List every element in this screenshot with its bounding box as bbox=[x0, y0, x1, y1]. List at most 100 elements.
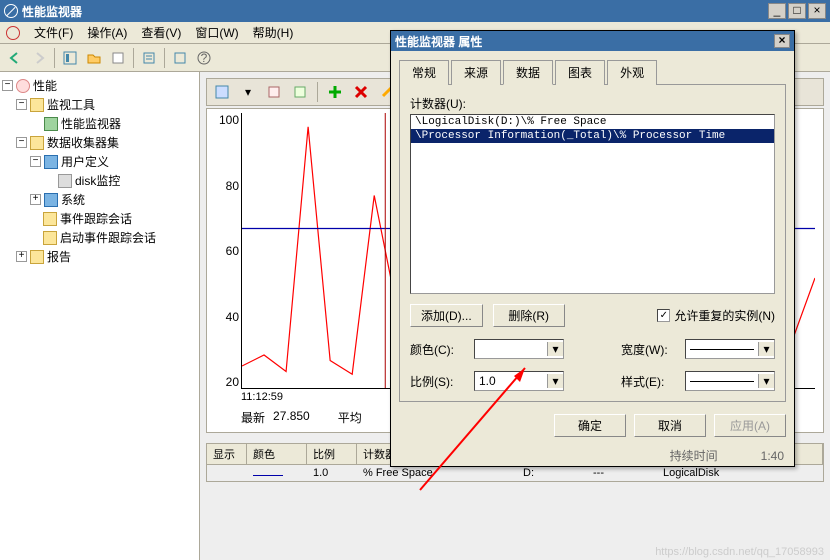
col-scale[interactable]: 比例 bbox=[307, 444, 357, 464]
tree-collapse-icon[interactable]: − bbox=[30, 156, 41, 167]
window-title: 性能监视器 bbox=[22, 3, 768, 20]
chevron-down-icon[interactable]: ▾ bbox=[758, 342, 774, 356]
menu-window[interactable]: 窗口(W) bbox=[195, 24, 238, 41]
latest-value: 27.850 bbox=[273, 409, 310, 426]
col-color[interactable]: 颜色 bbox=[247, 444, 307, 464]
export-button[interactable] bbox=[107, 47, 129, 69]
tree-perfmon[interactable]: 性能监视器 bbox=[61, 115, 121, 132]
add-counter-button[interactable] bbox=[324, 81, 346, 103]
folder-icon bbox=[30, 98, 44, 112]
tab-general[interactable]: 常规 bbox=[399, 60, 449, 85]
tree-collector-sets[interactable]: 数据收集器集 bbox=[47, 134, 119, 151]
back-button[interactable] bbox=[4, 47, 26, 69]
folder-icon bbox=[43, 231, 57, 245]
persist-value: 1:40 bbox=[761, 449, 784, 463]
tab-appearance[interactable]: 外观 bbox=[607, 60, 657, 85]
tree-panel: −性能 −监视工具 性能监视器 −数据收集器集 −用户定义 disk监控 +系统… bbox=[0, 72, 200, 560]
properties-button[interactable] bbox=[138, 47, 160, 69]
legend-row[interactable]: 1.0 % Free Space D: --- LogicalDisk bbox=[207, 465, 823, 481]
help-button[interactable]: ? bbox=[193, 47, 215, 69]
chevron-down-icon[interactable]: ▾ bbox=[547, 342, 563, 356]
style-label: 样式(E): bbox=[621, 373, 677, 390]
perf-root-icon bbox=[16, 79, 30, 93]
tree-collapse-icon[interactable]: − bbox=[16, 99, 27, 110]
col-show[interactable]: 显示 bbox=[207, 444, 247, 464]
minimize-button[interactable]: _ bbox=[768, 3, 786, 19]
open-button[interactable] bbox=[83, 47, 105, 69]
app-menu-icon bbox=[6, 26, 20, 40]
apply-button[interactable]: 应用(A) bbox=[714, 414, 786, 437]
dialog-close-button[interactable]: × bbox=[774, 34, 790, 48]
counters-list[interactable]: \LogicalDisk(D:)\% Free Space \Processor… bbox=[410, 114, 775, 294]
maximize-button[interactable]: □ bbox=[788, 3, 806, 19]
system-icon bbox=[44, 193, 58, 207]
tab-source[interactable]: 来源 bbox=[451, 60, 501, 85]
menu-action[interactable]: 操作(A) bbox=[87, 24, 127, 41]
tree-root[interactable]: 性能 bbox=[33, 77, 57, 94]
refresh-button[interactable] bbox=[169, 47, 191, 69]
style-combo[interactable]: ▾ bbox=[685, 371, 775, 391]
chevron-down-icon[interactable]: ▾ bbox=[758, 374, 774, 388]
folder-icon bbox=[43, 212, 57, 226]
x-start-label: 11:12:59 bbox=[241, 391, 283, 403]
dialog-titlebar[interactable]: 性能监视器 属性 × bbox=[391, 31, 794, 51]
menu-view[interactable]: 查看(V) bbox=[141, 24, 181, 41]
chevron-down-icon[interactable]: ▾ bbox=[547, 374, 563, 388]
scale-value: 1.0 bbox=[475, 374, 547, 388]
close-button[interactable]: × bbox=[808, 3, 826, 19]
color-label: 颜色(C): bbox=[410, 341, 466, 358]
style-sample bbox=[690, 381, 754, 382]
tab-data[interactable]: 数据 bbox=[503, 60, 553, 85]
ok-button[interactable]: 确定 bbox=[554, 414, 626, 437]
width-sample bbox=[690, 349, 754, 350]
app-icon bbox=[4, 4, 18, 18]
window-titlebar: 性能监视器 _ □ × bbox=[0, 0, 830, 22]
counters-label: 计数器(U): bbox=[410, 95, 775, 112]
tab-chart[interactable]: 图表 bbox=[555, 60, 605, 85]
tree-user-defined[interactable]: 用户定义 bbox=[61, 153, 109, 170]
menu-file[interactable]: 文件(F) bbox=[34, 24, 73, 41]
show-hide-tree-button[interactable] bbox=[59, 47, 81, 69]
dataset-icon bbox=[58, 174, 72, 188]
tree-monitor-tools[interactable]: 监视工具 bbox=[47, 96, 95, 113]
monitor-icon bbox=[44, 117, 58, 131]
remove-button[interactable]: 删除(R) bbox=[493, 304, 565, 327]
add-button[interactable]: 添加(D)... bbox=[410, 304, 483, 327]
tree-collapse-icon[interactable]: − bbox=[16, 137, 27, 148]
counter-item[interactable]: \LogicalDisk(D:)\% Free Space bbox=[411, 115, 774, 129]
tree-expand-icon[interactable]: + bbox=[16, 251, 27, 262]
width-label: 宽度(W): bbox=[621, 341, 677, 358]
watermark: https://blog.csdn.net/qq_17058993 bbox=[655, 546, 824, 558]
counter-item-selected[interactable]: \Processor Information(_Total)\% Process… bbox=[411, 129, 774, 143]
menu-help[interactable]: 帮助(H) bbox=[253, 24, 294, 41]
color-combo[interactable]: ▾ bbox=[474, 339, 564, 359]
allow-dup-checkbox[interactable]: ✓ 允许重复的实例(N) bbox=[657, 307, 775, 324]
avg-label: 平均 bbox=[338, 409, 362, 426]
y-axis: 100 80 60 40 20 bbox=[211, 113, 239, 389]
user-defined-icon bbox=[44, 155, 58, 169]
view-dropdown[interactable]: ▾ bbox=[237, 81, 259, 103]
delete-counter-button[interactable] bbox=[350, 81, 372, 103]
forward-button[interactable] bbox=[28, 47, 50, 69]
tree-event-trace[interactable]: 事件跟踪会话 bbox=[60, 210, 132, 227]
tree-collapse-icon[interactable]: − bbox=[2, 80, 13, 91]
properties-dialog: 性能监视器 属性 × 常规 来源 数据 图表 外观 计数器(U): \Logic… bbox=[390, 30, 795, 467]
persist-label: 持续时间 bbox=[670, 449, 718, 463]
tree-expand-icon[interactable]: + bbox=[30, 194, 41, 205]
freeze-button[interactable] bbox=[289, 81, 311, 103]
width-combo[interactable]: ▾ bbox=[685, 339, 775, 359]
folder-icon bbox=[30, 136, 44, 150]
scale-combo[interactable]: 1.0 ▾ bbox=[474, 371, 564, 391]
clear-button[interactable] bbox=[263, 81, 285, 103]
tree-reports[interactable]: 报告 bbox=[47, 248, 71, 265]
dialog-title: 性能监视器 属性 bbox=[395, 33, 482, 50]
latest-label: 最新 bbox=[241, 409, 265, 426]
scale-label: 比例(S): bbox=[410, 373, 466, 390]
cancel-button[interactable]: 取消 bbox=[634, 414, 706, 437]
tree-disk-monitor[interactable]: disk监控 bbox=[75, 172, 120, 189]
svg-text:?: ? bbox=[201, 51, 208, 65]
tree-startup-trace[interactable]: 启动事件跟踪会话 bbox=[60, 229, 156, 246]
folder-icon bbox=[30, 250, 44, 264]
view-type-button[interactable] bbox=[211, 81, 233, 103]
tree-system[interactable]: 系统 bbox=[61, 191, 85, 208]
